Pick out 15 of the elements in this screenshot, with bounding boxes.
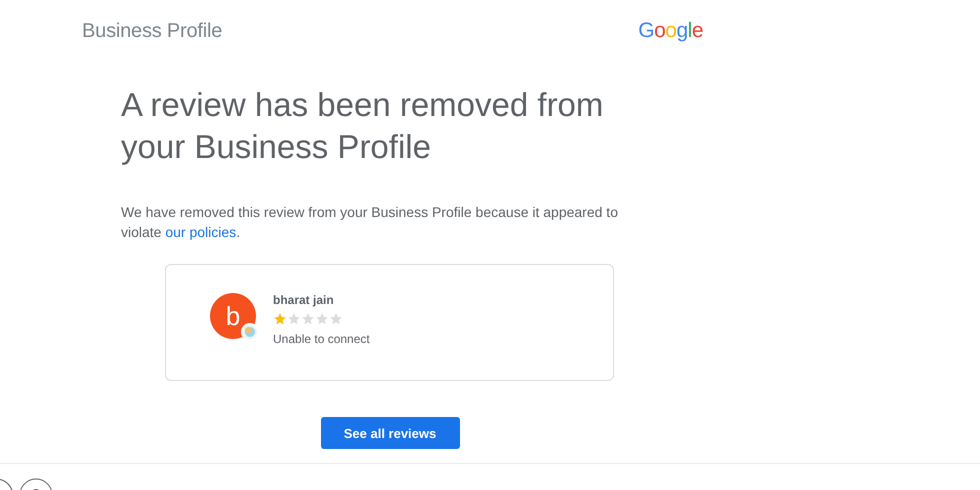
avatar: b (210, 293, 256, 339)
review-text: Unable to connect (273, 332, 370, 346)
page-heading: A review has been removed from your Business Profile (121, 85, 604, 167)
star-icon (301, 312, 315, 326)
policies-link[interactable]: our policies (165, 224, 236, 240)
google-logo: Google (638, 19, 703, 43)
profile-badge-icon (241, 323, 259, 341)
star-icon (287, 312, 301, 326)
product-title: Business Profile (82, 20, 222, 42)
reviewer-name: bharat jain (273, 292, 335, 308)
star-icon (329, 312, 343, 326)
star-icon (273, 312, 287, 326)
see-all-reviews-button[interactable]: See all reviews (320, 417, 460, 449)
star-icon (315, 312, 329, 326)
removal-message: We have removed this review from your Business Profile because it appeared to violate our policies. (121, 203, 619, 242)
